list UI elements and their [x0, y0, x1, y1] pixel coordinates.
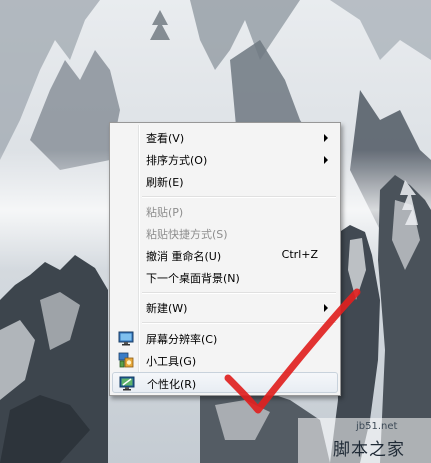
menu-item-paste-label: 粘贴(P)	[146, 206, 184, 219]
submenu-arrow-icon	[324, 134, 328, 142]
menu-item-next-background-label: 下一个桌面背景(N)	[146, 272, 240, 285]
menu-item-undo-rename[interactable]: 撤消 重命名(U) Ctrl+Z	[112, 245, 338, 266]
menu-item-personalize-label: 个性化(R)	[147, 378, 197, 391]
menu-item-view[interactable]: 查看(V)	[112, 127, 338, 148]
menu-separator	[142, 196, 336, 198]
menu-item-paste[interactable]: 粘贴(P)	[112, 201, 338, 222]
menu-item-new[interactable]: 新建(W)	[112, 297, 338, 318]
menu-item-paste-shortcut[interactable]: 粘贴快捷方式(S)	[112, 223, 338, 244]
submenu-arrow-icon	[324, 156, 328, 164]
menu-item-refresh[interactable]: 刷新(E)	[112, 171, 338, 192]
submenu-arrow-icon	[324, 304, 328, 312]
menu-item-screen-resolution[interactable]: 屏幕分辨率(C)	[112, 328, 338, 349]
screen-resolution-icon	[118, 331, 134, 346]
gadgets-icon	[118, 352, 134, 368]
menu-separator	[142, 322, 336, 324]
personalize-icon	[119, 376, 135, 391]
menu-separator	[142, 292, 336, 294]
menu-item-new-label: 新建(W)	[146, 302, 188, 315]
menu-item-undo-rename-label: 撤消 重命名(U)	[146, 250, 222, 263]
menu-item-sort-by-label: 排序方式(O)	[146, 154, 208, 167]
menu-item-gadgets-label: 小工具(G)	[146, 355, 197, 368]
menu-item-view-label: 查看(V)	[146, 132, 185, 145]
watermark-url: jb51.net	[356, 421, 398, 432]
watermark-site-name: 脚本之家	[333, 440, 405, 460]
menu-item-next-background[interactable]: 下一个桌面背景(N)	[112, 267, 338, 288]
menu-item-refresh-label: 刷新(E)	[146, 176, 184, 189]
menu-item-screen-resolution-label: 屏幕分辨率(C)	[146, 333, 218, 346]
desktop-context-menu: 查看(V) 排序方式(O) 刷新(E) 粘贴(P) 粘贴快捷方式(S) 撤消 重…	[109, 122, 341, 396]
menu-item-paste-shortcut-label: 粘贴快捷方式(S)	[146, 228, 228, 241]
menu-item-gadgets[interactable]: 小工具(G)	[112, 350, 338, 371]
menu-item-undo-rename-shortcut: Ctrl+Z	[281, 248, 318, 261]
menu-item-sort-by[interactable]: 排序方式(O)	[112, 149, 338, 170]
menu-item-personalize[interactable]: 个性化(R)	[112, 372, 338, 393]
